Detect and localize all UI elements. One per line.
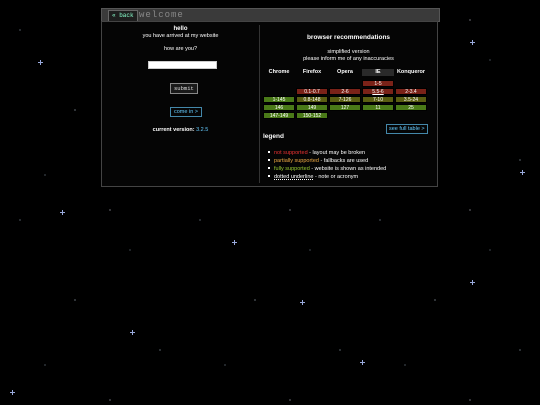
- legend-description: - website is shown as intended: [309, 166, 387, 172]
- browser-header: Chrome: [268, 69, 290, 75]
- version-cell: 7-126: [329, 96, 361, 103]
- star-icon: [360, 360, 365, 365]
- bullet-icon: [268, 159, 270, 162]
- version-number: 3.2.5: [196, 127, 209, 133]
- legend-item: fully supported - website is shown as in…: [263, 166, 386, 174]
- recommendations-note: please inform me of any inaccuracies: [303, 56, 394, 62]
- version-cell: 3.5-24: [395, 96, 427, 103]
- how-are-you-text: how are you?: [163, 46, 198, 52]
- window-title: welcome: [139, 10, 184, 20]
- version-cell: 1-145: [263, 96, 295, 103]
- browser-header: Firefox: [302, 69, 322, 75]
- version-cell: 127: [329, 104, 361, 111]
- version-cell: 25: [395, 104, 427, 111]
- star-icon: [520, 170, 525, 175]
- legend-term: not supported: [274, 150, 308, 156]
- version-cell: 11: [362, 104, 394, 111]
- legend-item: not supported - layout may be broken: [263, 150, 386, 158]
- version-cell: 147-149: [263, 112, 295, 119]
- recommendations-pane: browser recommendations simplified versi…: [260, 22, 437, 186]
- mood-input[interactable]: [148, 61, 217, 69]
- star-icon: [10, 390, 15, 395]
- browser-header: Konqueror: [396, 69, 426, 75]
- star-icon: [232, 240, 237, 245]
- legend-term: fully supported: [274, 166, 310, 172]
- bullet-icon: [268, 167, 270, 170]
- arrived-text: you have arrived at my website: [142, 33, 219, 39]
- version-cell: 7-10: [362, 96, 394, 103]
- version-cell: 5.5-6: [362, 88, 394, 95]
- legend-term: partially supported: [274, 158, 319, 164]
- greeting-heading: hello: [173, 26, 188, 32]
- version-cell: 0.8-148: [296, 96, 328, 103]
- star-icon: [38, 60, 43, 65]
- intro-pane: hello you have arrived at my website how…: [102, 22, 259, 186]
- star-icon: [470, 40, 475, 45]
- legend-description: - fallbacks are used: [318, 158, 369, 164]
- recommendations-title: browser recommendations: [306, 34, 391, 41]
- version-cell: 150-152: [296, 112, 328, 119]
- main-panel: hello you have arrived at my website how…: [101, 21, 438, 187]
- star-icon: [300, 300, 305, 305]
- version-cell: 146: [263, 104, 295, 111]
- legend-item: partially supported - fallbacks are used: [263, 158, 386, 166]
- bullet-icon: [268, 151, 270, 154]
- legend-description: - layout may be broken: [307, 150, 366, 156]
- version-cell: 2-6: [329, 88, 361, 95]
- legend-title: legend: [263, 133, 284, 140]
- window-titlebar: « back welcome: [101, 8, 440, 22]
- browser-header: Opera: [337, 69, 353, 75]
- version-cell: 149: [296, 104, 328, 111]
- star-icon: [470, 280, 475, 285]
- legend-item: dotted underline - note or acronym: [263, 174, 386, 182]
- recommendations-subtitle: simplified version: [327, 49, 370, 55]
- legend-description: - note or acronym: [313, 174, 359, 180]
- bullet-icon: [268, 175, 270, 178]
- come-in-button[interactable]: come in >: [170, 107, 202, 117]
- version-cell: 2-3.4: [395, 88, 427, 95]
- version-cell: 0.1-0.7: [296, 88, 328, 95]
- version-cell: 1-5: [362, 80, 394, 87]
- version-line: current version: 3.2.5: [102, 127, 259, 134]
- version-label: current version:: [152, 127, 195, 133]
- full-table-link[interactable]: see full table >: [386, 124, 428, 134]
- legend-list: not supported - layout may be broken part…: [263, 150, 386, 182]
- star-icon: [60, 210, 65, 215]
- legend-term: dotted underline: [274, 174, 314, 180]
- star-icon: [130, 330, 135, 335]
- browser-header: IE: [362, 69, 394, 76]
- submit-button[interactable]: submit: [170, 83, 198, 94]
